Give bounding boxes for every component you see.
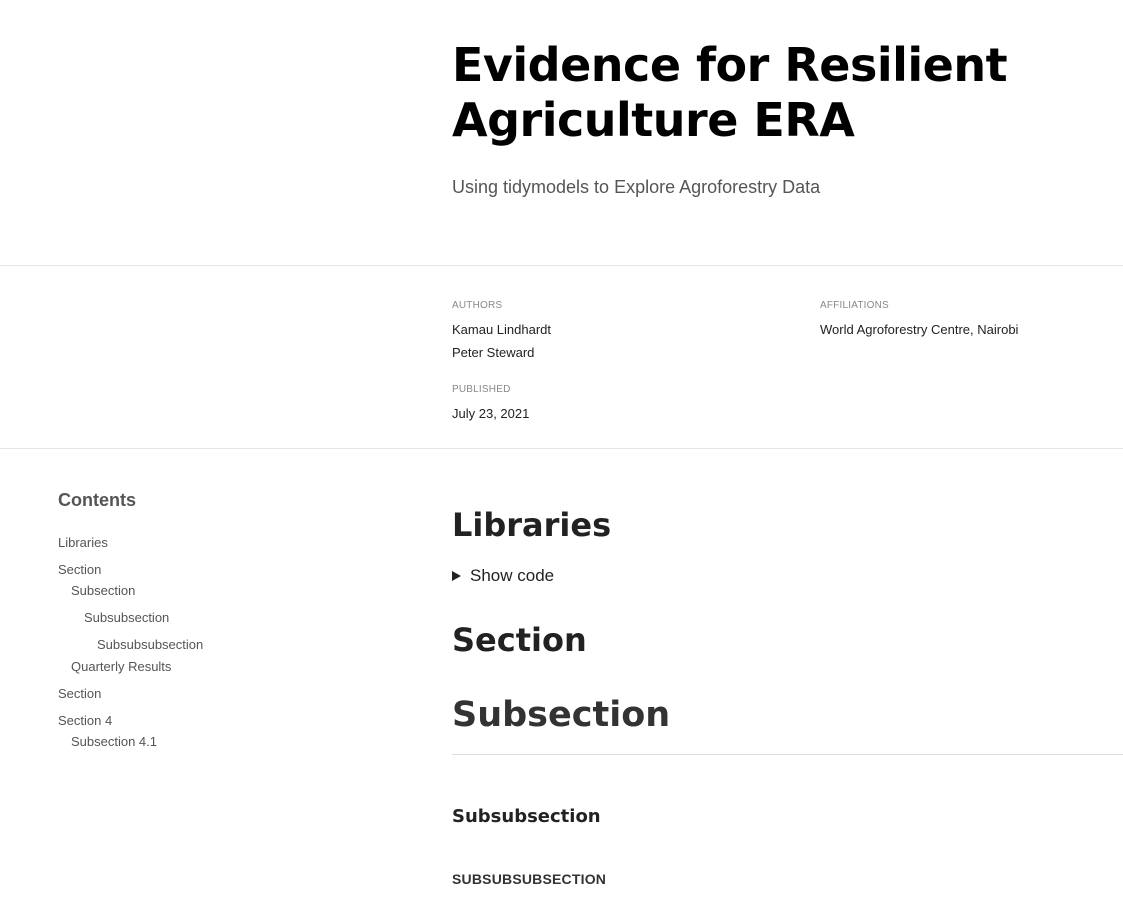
toc-item-subsection[interactable]: Subsection [71,583,135,598]
byline-divider [0,448,1123,449]
toc-item-subsection-4-1[interactable]: Subsection 4.1 [71,734,157,749]
toc-item-section-3[interactable]: Section [58,686,101,701]
disclosure-triangle-icon [452,571,461,581]
toc-item-subsubsection[interactable]: Subsubsection [84,610,169,625]
toc-item-section[interactable]: Section [58,562,101,577]
toc-item-libraries[interactable]: Libraries [58,535,108,550]
heading-subsubsection: Subsubsection [452,806,601,827]
author-name: Kamau Lindhardt [452,322,552,337]
heading-subsection: Subsection [452,695,671,735]
show-code-toggle[interactable]: Show code [452,566,554,586]
page-title: Evidence for Resilient Agriculture ERA [452,38,1008,147]
page-subtitle: Using tidymodels to Explore Agroforestry… [452,177,821,197]
published-label: PUBLISHED [452,384,511,395]
authors-label: AUTHORS [452,300,503,311]
affiliation-name: World Agroforestry Centre, Nairobi [820,322,1019,337]
toc-item-quarterly-results[interactable]: Quarterly Results [71,659,171,674]
heading-subsubsubsection: Subsubsubsection [452,871,607,887]
heading-libraries: Libraries [452,506,612,544]
title-block: Evidence for Resilient Agriculture ERA [452,38,1092,148]
table-of-contents: Contents [58,490,358,511]
toc-item-subsubsubsection[interactable]: Subsubsubsection [97,637,203,652]
affiliations-label: AFFILIATIONS [820,300,889,311]
toc-title: Contents [58,490,136,510]
subsection-divider [452,754,1123,755]
author-name: Peter Steward [452,345,535,360]
article-page: Evidence for Resilient Agriculture ERA U… [0,0,1123,898]
published-date: July 23, 2021 [452,406,530,421]
toc-item-section-4[interactable]: Section 4 [58,713,112,728]
heading-section: Section [452,621,587,659]
header-divider [0,265,1123,266]
show-code-label: Show code [470,566,555,585]
